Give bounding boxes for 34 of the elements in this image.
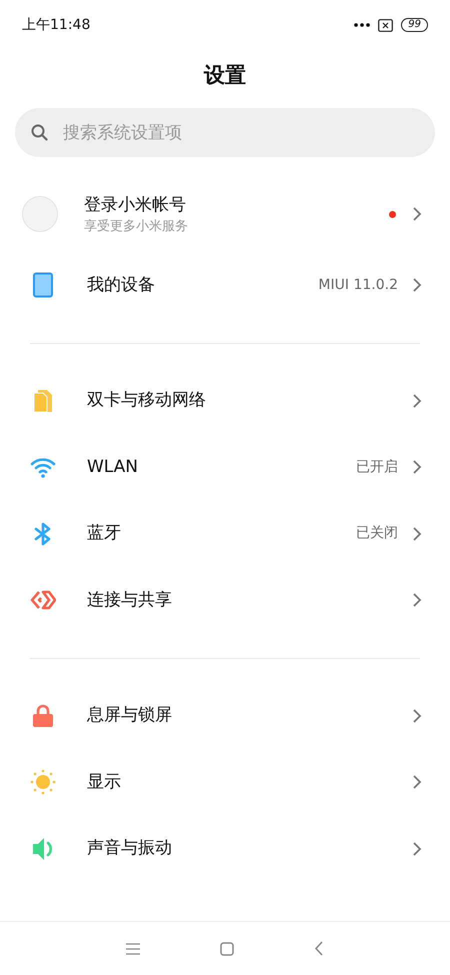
settings-row[interactable]: 声音与振动 [0, 816, 450, 882]
search-icon [31, 124, 48, 141]
chevron-icon [412, 774, 422, 790]
account-row[interactable]: 登录小米帐号 享受更多小米服务 [0, 176, 450, 252]
account-title: 登录小米帐号 [84, 194, 187, 218]
chevron-icon [412, 206, 422, 222]
chevron-icon [412, 840, 422, 857]
no-sim-icon [378, 18, 394, 32]
back-icon[interactable] [314, 941, 324, 956]
status-time: 上午11:48 [22, 16, 90, 34]
chevron-icon [412, 592, 422, 608]
settings-row[interactable]: 蓝牙 已关闭 [0, 500, 450, 567]
settings-row[interactable]: 双卡与移动网络 [0, 368, 450, 434]
avatar-icon [22, 196, 58, 232]
settings-row[interactable]: WLAN 已开启 [0, 434, 450, 500]
sun-icon [30, 769, 56, 796]
settings-row[interactable]: 我的设备 MIUI 11.0.2 [0, 252, 450, 318]
battery-indicator: 99 [401, 18, 428, 32]
search-field[interactable]: 搜索系统设置项 [15, 108, 435, 157]
account-subtitle: 享受更多小米服务 [84, 218, 189, 235]
home-icon[interactable] [220, 942, 234, 956]
settings-row[interactable]: 息屏与锁屏 [0, 682, 450, 749]
tablet-icon [30, 272, 56, 298]
lock-icon [30, 702, 56, 729]
page-title: 设置 [202, 62, 247, 89]
chevron-icon [412, 392, 422, 409]
settings-row[interactable]: 显示 [0, 749, 450, 816]
more-dots-icon [354, 23, 370, 27]
menu-icon[interactable] [126, 942, 140, 954]
chevron-icon [412, 708, 422, 724]
chevron-icon [412, 277, 422, 294]
chevron-icon [412, 526, 422, 542]
settings-row[interactable]: 连接与共享 [0, 567, 450, 634]
chevron-icon [412, 459, 422, 476]
